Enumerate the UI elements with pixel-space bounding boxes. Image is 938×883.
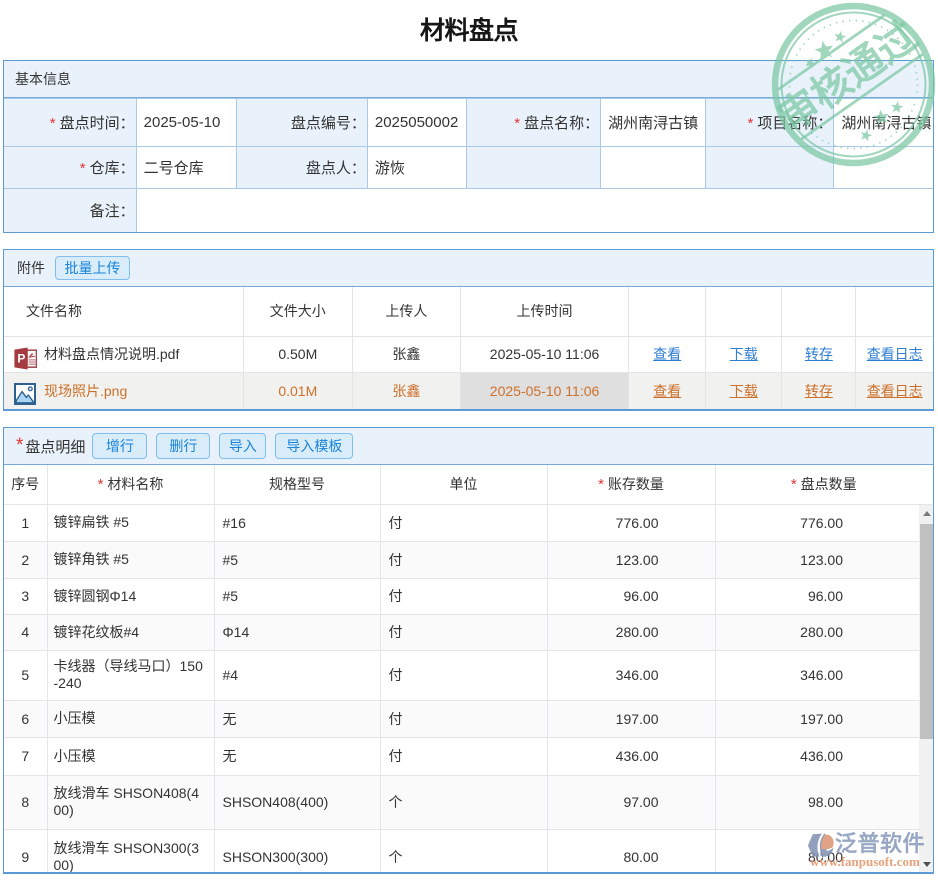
svg-text:www.fanpusoft.com: www.fanpusoft.com	[810, 854, 920, 869]
svg-text:P: P	[17, 351, 25, 365]
svg-text:泛普软件: 泛普软件	[835, 831, 925, 856]
